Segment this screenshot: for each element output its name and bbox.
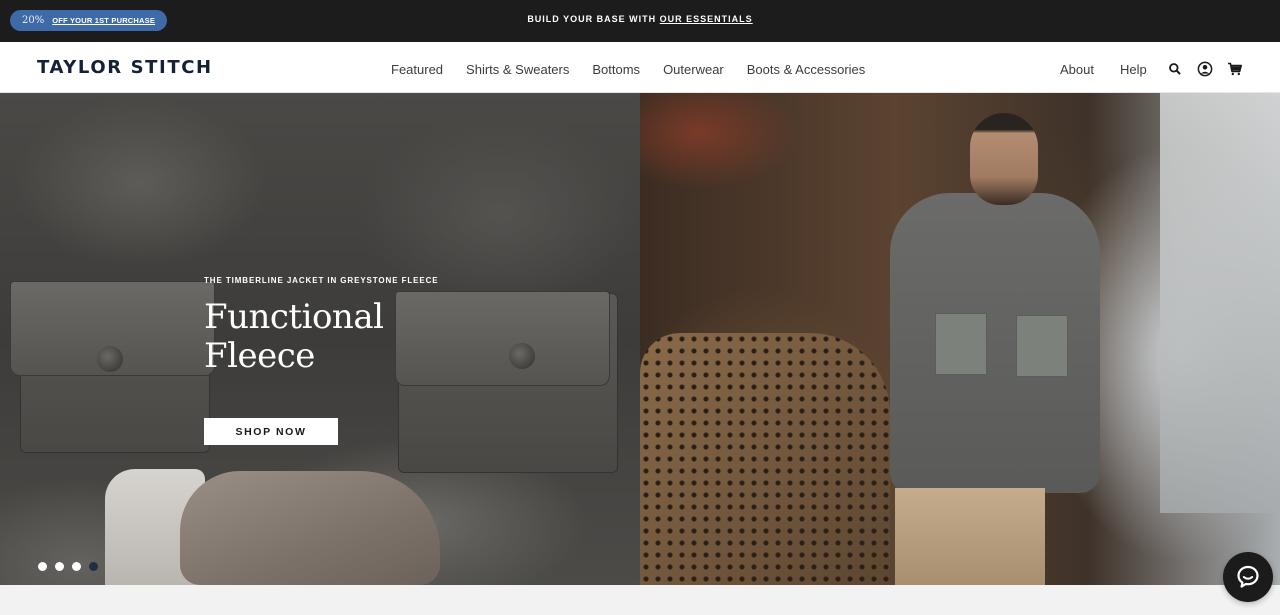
nav-about[interactable]: About <box>1060 62 1094 77</box>
model-head <box>970 113 1038 205</box>
model-pocket-right <box>1016 315 1068 377</box>
carousel-dot-4[interactable] <box>89 562 98 571</box>
carousel-dot-2[interactable] <box>55 562 64 571</box>
shop-now-label: SHOP NOW <box>235 425 307 438</box>
announcement-link[interactable]: OUR ESSENTIALS <box>660 14 753 24</box>
secondary-nav: About Help <box>1060 62 1173 77</box>
model-fleece-jacket <box>890 193 1100 493</box>
nav-bottoms[interactable]: Bottoms <box>592 62 640 77</box>
nav-outerwear[interactable]: Outerwear <box>663 62 724 77</box>
nav-boots-accessories[interactable]: Boots & Accessories <box>747 62 866 77</box>
sea-background <box>1160 93 1280 513</box>
nav-featured[interactable]: Featured <box>391 62 443 77</box>
carousel-dot-1[interactable] <box>38 562 47 571</box>
snap-button-right <box>509 343 535 369</box>
main-nav: Featured Shirts & Sweaters Bottoms Outer… <box>391 62 888 77</box>
chat-bubble-icon <box>1237 565 1259 588</box>
announcement-prefix: BUILD YOUR BASE WITH <box>527 14 657 24</box>
carousel-dot-3[interactable] <box>72 562 81 571</box>
model-pocket-left <box>935 313 987 375</box>
honeycomb-rock <box>640 333 890 585</box>
hero-image-model-coast <box>640 93 1280 585</box>
header-icons <box>1167 61 1243 77</box>
announcement-message: BUILD YOUR BASE WITH OUR ESSENTIALS <box>0 14 1280 24</box>
nav-shirts-sweaters[interactable]: Shirts & Sweaters <box>466 62 569 77</box>
carousel-dots <box>38 562 98 571</box>
model-pants <box>895 488 1045 585</box>
hero-eyebrow: THE TIMBERLINE JACKET IN GREYSTONE FLEEC… <box>204 276 439 285</box>
hand <box>180 471 440 585</box>
hero-carousel: THE TIMBERLINE JACKET IN GREYSTONE FLEEC… <box>0 93 1280 585</box>
search-icon[interactable] <box>1167 61 1183 77</box>
shop-now-button[interactable]: SHOP NOW <box>204 418 338 445</box>
snap-button-left <box>97 346 123 372</box>
hero-copy: THE TIMBERLINE JACKET IN GREYSTONE FLEEC… <box>204 276 464 445</box>
chat-button[interactable] <box>1223 552 1273 602</box>
account-icon[interactable] <box>1197 61 1213 77</box>
hero-headline: Functional Fleece <box>204 297 384 376</box>
cart-icon[interactable] <box>1227 61 1243 77</box>
nav-help[interactable]: Help <box>1120 62 1147 77</box>
site-header: TAYLOR STITCH Featured Shirts & Sweaters… <box>0 42 1280 93</box>
announcement-bar: 20% OFF YOUR 1ST PURCHASE BUILD YOUR BAS… <box>0 0 1280 42</box>
brand-logo[interactable]: TAYLOR STITCH <box>37 57 213 78</box>
